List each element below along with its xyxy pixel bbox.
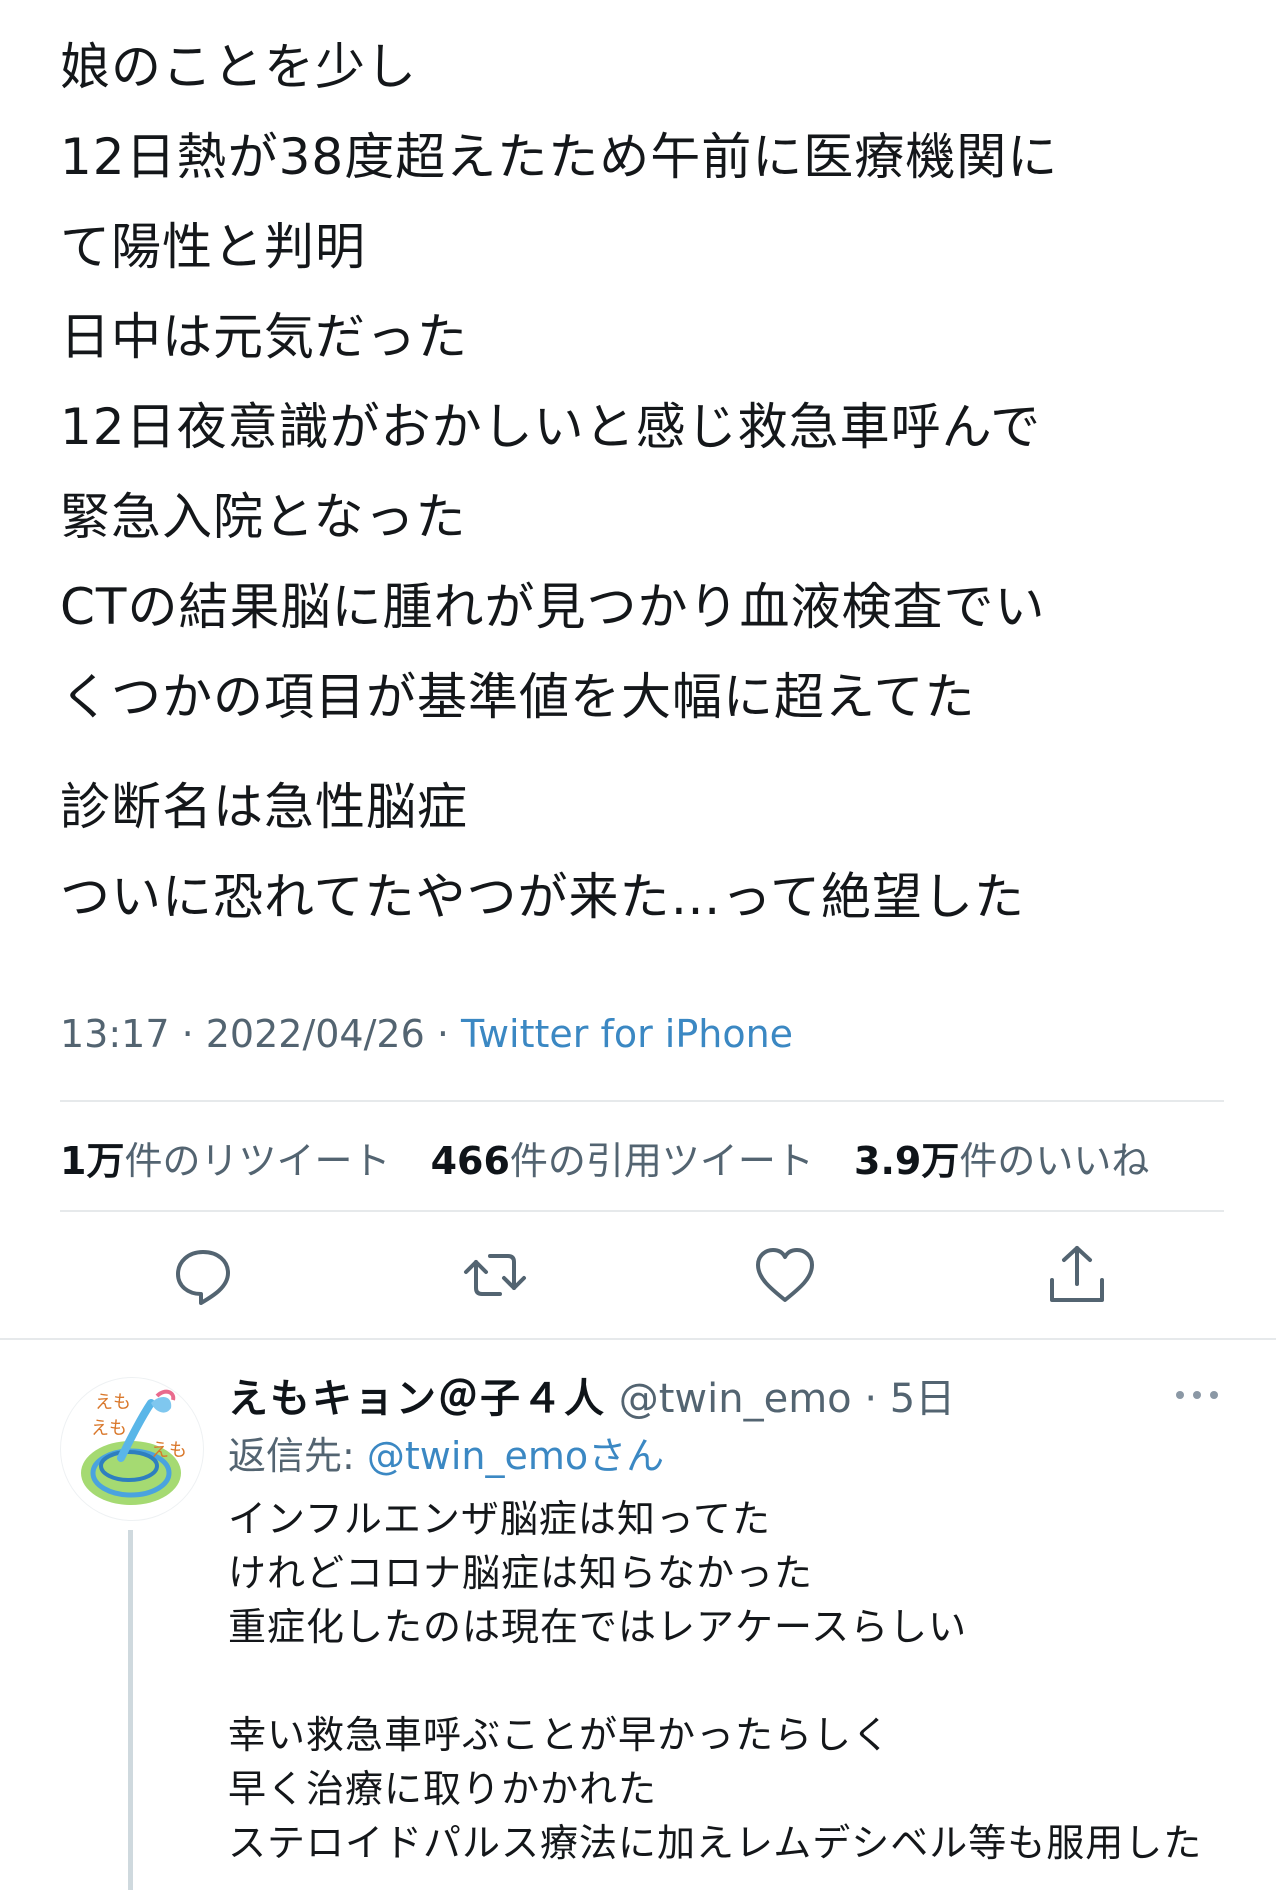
retweet-count[interactable]: 1万件のリツイート (60, 1139, 390, 1183)
avatar-illustration: えも えも えも (81, 1389, 187, 1505)
reply-line: 早く治療に取りかかれた (228, 1767, 658, 1811)
tweet-line: 診断名は急性脳症 (60, 778, 468, 836)
reply-author-name[interactable]: えもキョン＠子４人 (228, 1376, 606, 1422)
reply-author-handle[interactable]: @twin_emo (619, 1376, 852, 1422)
tweet-line: 緊急入院となった (60, 488, 467, 546)
tweet-source-link[interactable]: Twitter for iPhone (461, 1012, 793, 1056)
like-count-number: 3.9万 (854, 1139, 960, 1183)
quote-count-label: 件の引用ツイート (509, 1139, 814, 1183)
quote-count-number: 466 (430, 1139, 510, 1183)
reply-line: 幸い救急車呼ぶことが早かったらしく (228, 1713, 892, 1757)
reply-body: インフルエンザ脳症は知ってた けれどコロナ脳症は知らなかった 重症化したのは現在… (228, 1492, 1238, 1870)
tweet-stats: 1万件のリツイート 466件の引用ツイート 3.9万件のいいね (60, 1130, 1177, 1185)
svg-text:えも: えも (151, 1440, 187, 1461)
tweet-text: 娘のことを少し 12日熱が38度超えたため午前に医療機関に て陽性と判明 日中は… (60, 22, 1230, 942)
thread-line (128, 1530, 133, 1890)
svg-text:えも: えも (91, 1418, 127, 1439)
tweet-actions (0, 1240, 1276, 1310)
reply-to: 返信先: @twin_emoさん (228, 1425, 664, 1480)
retweet-count-number: 1万 (60, 1139, 125, 1183)
tweet-line: 娘のことを少し (60, 38, 417, 96)
reply-icon[interactable] (168, 1240, 238, 1310)
reply-to-label: 返信先: (228, 1434, 367, 1478)
tweet-line: くつかの項目が基準値を大幅に超えてた (60, 668, 976, 726)
like-count[interactable]: 3.9万件のいいね (854, 1139, 1149, 1183)
reply-line: 重症化したのは現在ではレアケースらしい (228, 1605, 968, 1649)
tweet-line: て陽性と判明 (60, 218, 366, 276)
reply-to-suffix: さん (588, 1434, 665, 1478)
tweet-line: 12日夜意識がおかしいと感じ救急車呼んで (60, 398, 1042, 456)
reply-line (228, 1654, 1238, 1708)
section-divider (0, 1338, 1276, 1340)
reply-to-handle[interactable]: @twin_emo (367, 1434, 588, 1478)
heart-icon[interactable] (750, 1240, 820, 1310)
tweet-timestamp[interactable]: 13:17 · 2022/04/26 · (60, 1012, 461, 1056)
divider (60, 1210, 1224, 1212)
divider (60, 1100, 1224, 1102)
tweet-line: CTの結果脳に腫れが見つかり血液検査でい (60, 578, 1046, 636)
reply-timestamp[interactable]: · 5日 (864, 1376, 955, 1422)
svg-text:えも: えも (95, 1392, 131, 1413)
tweet-meta: 13:17 · 2022/04/26 · Twitter for iPhone (60, 1012, 793, 1056)
reply-line: けれどコロナ脳症は知らなかった (228, 1551, 814, 1595)
quote-count[interactable]: 466件の引用ツイート (431, 1139, 814, 1183)
retweet-icon[interactable] (460, 1240, 530, 1310)
reply-line: インフルエンザ脳症は知ってた (228, 1497, 771, 1541)
reply-header: えもキョン＠子４人 @twin_emo · 5日 (228, 1366, 955, 1424)
avatar[interactable]: えも えも えも (60, 1377, 204, 1521)
like-count-label: 件のいいね (959, 1139, 1150, 1183)
reply-line: ステロイドパルス療法に加えレムデシベル等も服用した (228, 1821, 1203, 1865)
tweet-line: ついに恐れてたやつが来た…って絶望した (60, 868, 1025, 926)
tweet-line: 12日熱が38度超えたため午前に医療機関に (60, 128, 1059, 186)
retweet-count-label: 件のリツイート (124, 1139, 391, 1183)
more-icon[interactable] (1172, 1380, 1222, 1410)
share-icon[interactable] (1042, 1240, 1112, 1310)
tweet-line: 日中は元気だった (60, 308, 468, 366)
